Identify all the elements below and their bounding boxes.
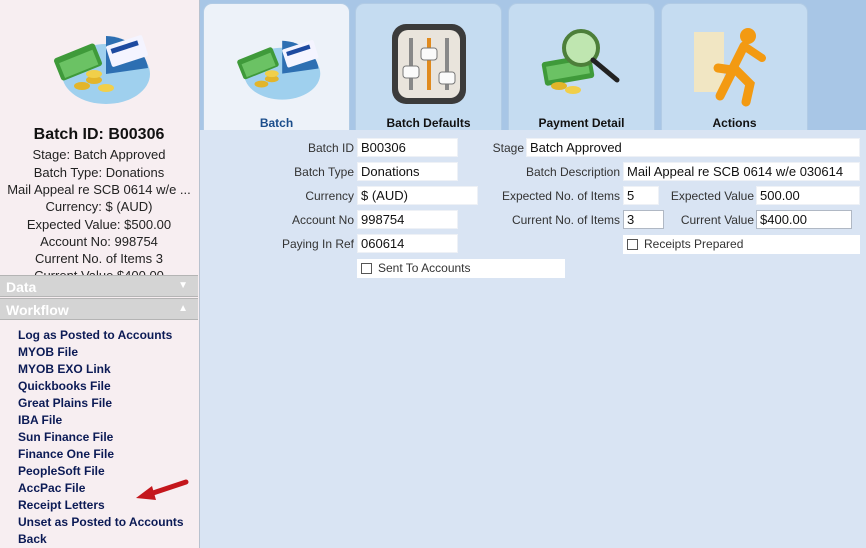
stage-field[interactable]: Batch Approved	[526, 138, 860, 157]
stage-label: Stage	[492, 141, 524, 155]
current-items-label: Current No. of Items	[511, 213, 620, 227]
accordion-data-header[interactable]: Data ▼	[0, 275, 198, 297]
running-man-icon	[694, 28, 766, 107]
workflow-myob-exo-link[interactable]: MYOB EXO Link	[18, 361, 198, 378]
account-no-field[interactable]: 998754	[357, 210, 458, 229]
receipts-prepared-label: Receipts Prepared	[644, 237, 744, 251]
money-and-credit-card-icon	[54, 35, 150, 104]
batch-type-field[interactable]: Donations	[357, 162, 458, 181]
chevron-up-icon: ▲	[178, 303, 188, 314]
expected-value-label: Expected Value	[670, 189, 754, 203]
receipts-prepared-checkbox[interactable]	[627, 239, 638, 250]
red-arrow-icon	[136, 479, 189, 500]
tab-actions[interactable]: Actions	[661, 3, 808, 130]
accordion-workflow-header[interactable]: Workflow ▲	[0, 298, 198, 320]
chevron-down-icon: ▼	[178, 280, 188, 291]
summary-currency: Currency: $ (AUD)	[45, 199, 153, 214]
current-value-label: Current Value	[680, 213, 754, 227]
batch-id-title: Batch ID: B00306	[33, 126, 165, 143]
workflow-list: Log as Posted to Accounts MYOB File MYOB…	[18, 327, 198, 548]
tab-payment-detail-label: Payment Detail	[538, 116, 625, 130]
summary-stage: Stage: Batch Approved	[32, 147, 166, 162]
summary-description: Mail Appeal re SCB 0614 w/e ...	[7, 182, 191, 197]
magnifier-money-icon	[541, 29, 620, 94]
batch-description-field[interactable]: Mail Appeal re SCB 0614 w/e 030614	[623, 162, 860, 181]
summary-current-items: Current No. of Items 3	[35, 251, 163, 266]
workflow-back[interactable]: Back	[18, 531, 198, 548]
workflow-myob-file[interactable]: MYOB File	[18, 344, 198, 361]
batch-id-label: Batch ID	[307, 141, 354, 155]
money-and-credit-card-icon	[237, 40, 321, 100]
sent-to-accounts-checkbox[interactable]	[361, 263, 372, 274]
expected-items-field[interactable]: 5	[623, 186, 659, 205]
tab-actions-label: Actions	[712, 116, 757, 130]
currency-label: Currency	[305, 189, 354, 203]
summary-account-no: Account No: 998754	[40, 234, 158, 249]
workflow-great-plains-file[interactable]: Great Plains File	[18, 395, 198, 412]
workflow-iba-file[interactable]: IBA File	[18, 412, 198, 429]
summary-expected-value: Expected Value: $500.00	[26, 217, 172, 232]
workflow-log-posted[interactable]: Log as Posted to Accounts	[18, 327, 198, 344]
current-value-field[interactable]: $400.00	[756, 210, 852, 229]
workflow-unset-posted[interactable]: Unset as Posted to Accounts	[18, 514, 198, 531]
sent-to-accounts-row[interactable]: Sent To Accounts	[357, 259, 565, 278]
batch-description-label: Batch Description	[525, 165, 620, 179]
batch-form: Batch ID B00306 Batch Type Donations Cur…	[200, 130, 866, 548]
account-no-label: Account No	[291, 213, 354, 227]
tab-batch-label: Batch	[259, 116, 294, 130]
slider-controls-icon	[392, 24, 466, 104]
current-items-field[interactable]: 3	[623, 210, 664, 229]
batch-id-field[interactable]: B00306	[357, 138, 458, 157]
tab-bar: Batch Batch Defaults Payment Detail Acti…	[200, 0, 866, 130]
expected-value-field[interactable]: 500.00	[756, 186, 860, 205]
tab-batch-defaults[interactable]: Batch Defaults	[355, 3, 502, 130]
accordion-workflow-label: Workflow	[6, 302, 69, 318]
paying-in-ref-field[interactable]: 060614	[357, 234, 458, 253]
receipts-prepared-row[interactable]: Receipts Prepared	[623, 235, 860, 254]
left-panel: Batch ID: B00306 Stage: Batch Approved B…	[0, 0, 200, 548]
batch-type-label: Batch Type	[294, 165, 354, 179]
tab-batch-defaults-label: Batch Defaults	[386, 116, 471, 130]
workflow-finance-one-file[interactable]: Finance One File	[18, 446, 198, 463]
workflow-sun-finance-file[interactable]: Sun Finance File	[18, 429, 198, 446]
sent-to-accounts-label: Sent To Accounts	[378, 261, 471, 275]
paying-in-ref-label: Paying In Ref	[281, 237, 354, 251]
summary-batch-type: Batch Type: Donations	[33, 165, 165, 180]
tab-batch[interactable]: Batch	[203, 3, 350, 130]
workflow-quickbooks-file[interactable]: Quickbooks File	[18, 378, 198, 395]
accordion-data-label: Data	[6, 279, 37, 295]
tab-payment-detail[interactable]: Payment Detail	[508, 3, 655, 130]
expected-items-label: Expected No. of Items	[501, 189, 620, 203]
